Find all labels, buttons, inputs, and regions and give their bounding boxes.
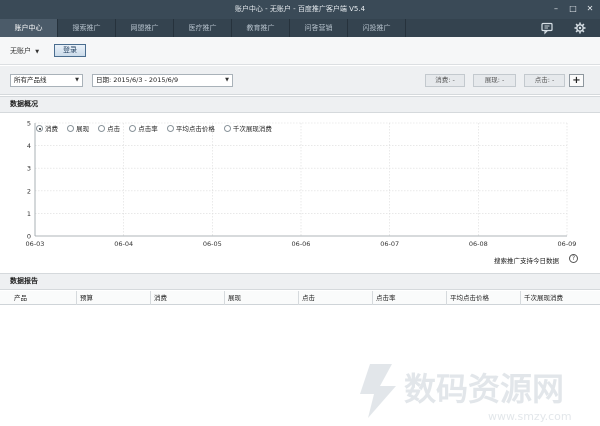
- y-tick-label: 2: [27, 187, 31, 195]
- svg-text:www.smzy.com: www.smzy.com: [488, 410, 572, 423]
- x-tick-label: 06-09: [558, 240, 577, 248]
- y-tick-label: 4: [27, 142, 31, 150]
- x-tick-label: 06-07: [380, 240, 399, 248]
- tab-medical-promotion[interactable]: 医疗推广: [174, 19, 232, 37]
- y-tick-label: 1: [27, 210, 31, 218]
- tab-education-promotion[interactable]: 教育推广: [232, 19, 290, 37]
- add-metric-button[interactable]: +: [569, 74, 584, 87]
- tab-qa-marketing[interactable]: 问答营销: [290, 19, 348, 37]
- column-header-cpm[interactable]: 千次展现消费: [520, 291, 600, 305]
- legend-label: 展现: [76, 125, 90, 133]
- legend-label: 平均点击价格: [175, 125, 215, 133]
- account-selector[interactable]: 无账户 ▼: [10, 46, 39, 56]
- gear-icon[interactable]: [572, 21, 588, 35]
- radio-icon: [129, 125, 137, 132]
- overview-section-title: 数据概况: [0, 96, 600, 113]
- column-header-budget[interactable]: 预算: [76, 291, 150, 305]
- radio-icon: [223, 125, 231, 132]
- report-table-header: 产品 预算 消费 展现 点击 点击率 平均点击价格 千次展现消费: [0, 291, 600, 305]
- product-line-select[interactable]: 所有产品线 ▼: [10, 74, 83, 87]
- x-tick-label: 06-03: [26, 240, 45, 248]
- column-header-clicks[interactable]: 点击: [298, 291, 372, 305]
- clicks-summary-button[interactable]: 点击: -: [524, 74, 565, 87]
- y-tick-label: 3: [27, 165, 31, 173]
- column-header-avg-cpc[interactable]: 平均点击价格: [446, 291, 520, 305]
- column-header-ctr[interactable]: 点击率: [372, 291, 446, 305]
- account-bar: 无账户 ▼ 登录: [0, 37, 600, 65]
- x-tick-label: 06-08: [469, 240, 488, 248]
- close-icon[interactable]: ✕: [583, 3, 597, 15]
- date-range-value: 日期: 2015/6/3 - 2015/6/9: [96, 76, 179, 84]
- date-range-select[interactable]: 日期: 2015/6/3 - 2015/6/9 ▼: [92, 74, 233, 87]
- y-tick-label: 5: [27, 120, 31, 128]
- overview-chart-panel: 0 1 2 3 4 5 06-03 06-04 06-05 06-06 06-07 06-08 06-0…: [0, 114, 600, 271]
- x-tick-label: 06-04: [114, 240, 133, 248]
- watermark-logo: 数码资源网 www.smzy.com: [360, 364, 572, 423]
- chart-legend: 消费 展现 点击 点击率 平均点击价格 千次展现消费: [36, 123, 279, 133]
- product-line-value: 所有产品线: [14, 76, 47, 84]
- filter-bar: 所有产品线 ▼ 日期: 2015/6/3 - 2015/6/9 ▼ 消费: - …: [0, 66, 600, 95]
- legend-item-cost[interactable]: 消费: [36, 123, 58, 133]
- tab-network-promotion[interactable]: 网盟推广: [116, 19, 174, 37]
- window-title: 账户中心 - 无账户 - 百度推广客户端 V5.4: [234, 5, 366, 13]
- overview-line-chart: 01234506-03 06-04 06-05 06-06 06-07 06-08 06-0…: [26, 120, 577, 249]
- x-tick-label: 06-05: [203, 240, 222, 248]
- maximize-icon[interactable]: □: [566, 3, 580, 15]
- help-icon[interactable]: ?: [569, 254, 578, 263]
- radio-selected-icon: [36, 125, 43, 132]
- x-tick-label: 06-06: [292, 240, 311, 248]
- minimize-icon[interactable]: –: [549, 3, 563, 15]
- today-data-note: 搜索推广支持今日数据: [494, 257, 559, 265]
- impressions-summary-button[interactable]: 展现: -: [473, 74, 516, 87]
- column-header-impressions[interactable]: 展现: [224, 291, 298, 305]
- chevron-down-icon: ▼: [225, 77, 229, 83]
- tab-flash-promotion[interactable]: 闪投推广: [348, 19, 406, 37]
- legend-item-cpm[interactable]: 千次展现消费: [223, 123, 272, 133]
- svg-text:数码资源网: 数码资源网: [404, 370, 564, 408]
- legend-label: 千次展现消费: [232, 125, 272, 133]
- legend-item-impressions[interactable]: 展现: [67, 123, 89, 133]
- column-header-product[interactable]: 产品: [0, 291, 76, 305]
- account-selector-value: 无账户: [10, 47, 31, 55]
- chat-icon[interactable]: [539, 21, 555, 35]
- main-nav: 账户中心 搜索推广 网盟推广 医疗推广 教育推广 问答营销 闪投推广: [0, 19, 600, 37]
- legend-item-ctr[interactable]: 点击率: [129, 123, 158, 133]
- cost-summary-button[interactable]: 消费: -: [425, 74, 465, 87]
- legend-label: 点击: [107, 125, 121, 133]
- column-header-cost[interactable]: 消费: [150, 291, 224, 305]
- legend-item-clicks[interactable]: 点击: [98, 123, 120, 133]
- radio-icon: [67, 125, 75, 132]
- tab-search-promotion[interactable]: 搜索推广: [58, 19, 116, 37]
- radio-icon: [98, 125, 106, 132]
- legend-item-avg-cpc[interactable]: 平均点击价格: [166, 123, 215, 133]
- title-bar: 账户中心 - 无账户 - 百度推广客户端 V5.4 – □ ✕: [0, 0, 600, 19]
- tab-account-center[interactable]: 账户中心: [0, 19, 58, 37]
- report-section-title: 数据报告: [0, 273, 600, 290]
- radio-icon: [166, 125, 174, 132]
- chevron-down-icon: ▼: [75, 77, 79, 83]
- legend-label: 消费: [45, 125, 58, 133]
- chevron-down-icon: ▼: [35, 49, 40, 55]
- login-button[interactable]: 登录: [54, 44, 86, 57]
- legend-label: 点击率: [138, 125, 158, 133]
